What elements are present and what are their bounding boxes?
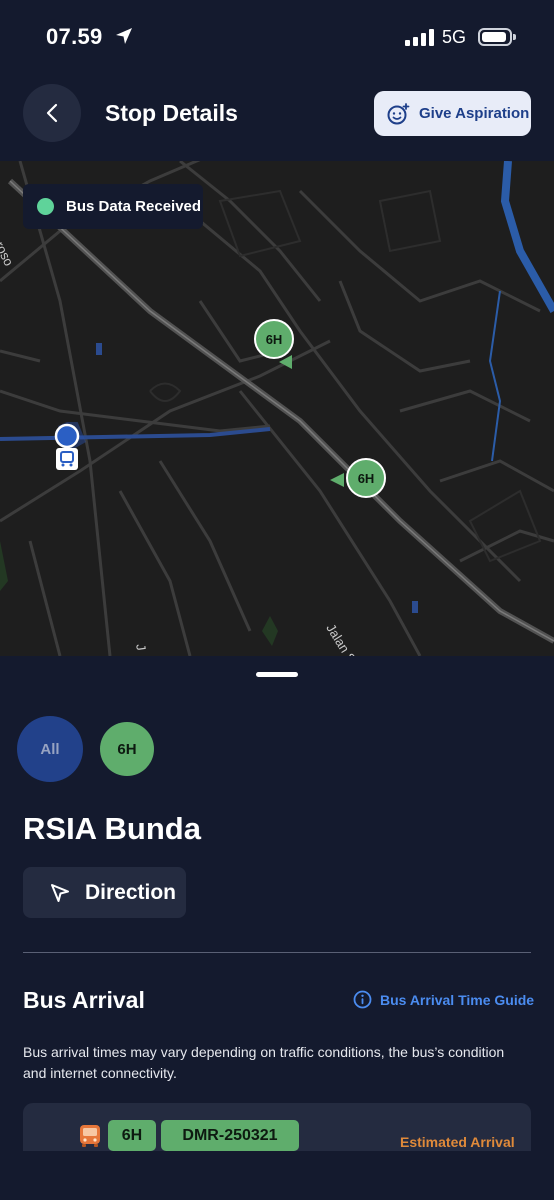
- location-arrow-icon: [116, 28, 132, 44]
- legend-status-dot: [37, 198, 54, 215]
- info-icon: [353, 990, 372, 1009]
- legend-label: Bus Data Received: [66, 198, 202, 215]
- stop-name: RSIA Bunda: [23, 811, 201, 846]
- battery-icon: [478, 28, 516, 46]
- filter-route-label: 6H: [117, 740, 137, 758]
- status-time: 07.59: [46, 24, 103, 49]
- navigation-arrow-icon: [51, 883, 69, 902]
- bus-data-legend: Bus Data Received: [23, 184, 203, 229]
- sheet-bottom-fade: [0, 1151, 554, 1200]
- section-divider: [23, 952, 531, 953]
- signal-icon: [405, 28, 434, 46]
- direction-button[interactable]: Direction: [23, 867, 186, 918]
- bus-marker-route: 6H: [357, 470, 375, 486]
- page-title: Stop Details: [105, 100, 238, 126]
- smile-sparkle-icon: [387, 102, 410, 124]
- back-button[interactable]: [23, 84, 81, 142]
- sheet-drag-handle[interactable]: [256, 672, 298, 677]
- status-bar: 07.59 5G: [0, 0, 554, 78]
- bus-icon: [80, 1125, 100, 1147]
- bus-arrival-guide-label: Bus Arrival Time Guide: [380, 991, 535, 1008]
- header: Stop Details Give Aspiration: [0, 78, 554, 161]
- arrival-plate-badge: DMR-250321: [161, 1120, 299, 1151]
- give-aspiration-label: Give Aspiration: [419, 105, 530, 122]
- chevron-left-icon: [46, 103, 58, 123]
- bus-arrival-title: Bus Arrival: [23, 987, 145, 1013]
- bus-stop-marker[interactable]: [54, 422, 90, 470]
- bus-arrival-guide-link[interactable]: Bus Arrival Time Guide: [353, 990, 534, 1009]
- road-network: [0, 161, 554, 656]
- estimated-arrival-label: Estimated Arrival: [400, 1134, 515, 1150]
- bus-direction-arrow-icon: [279, 355, 292, 369]
- direction-label: Direction: [85, 880, 177, 904]
- arrival-route-badge: 6H: [108, 1120, 156, 1151]
- filter-all-button[interactable]: All: [17, 716, 83, 782]
- network-label: 5G: [442, 27, 467, 47]
- bus-marker-route: 6H: [265, 331, 283, 347]
- bus-marker-6h[interactable]: 6H: [346, 458, 386, 498]
- filter-route-6h-button[interactable]: 6H: [100, 722, 154, 776]
- give-aspiration-button[interactable]: Give Aspiration: [374, 91, 531, 136]
- bus-direction-arrow-icon: [330, 473, 344, 487]
- filter-all-label: All: [40, 740, 60, 758]
- arrival-disclaimer: Bus arrival times may vary depending on …: [23, 1044, 505, 1081]
- map-view[interactable]: RP Soeroso Jalan S J Bus Data Received 6…: [0, 161, 554, 656]
- bottom-sheet: All 6H RSIA Bunda Direction Bus Arrival …: [0, 656, 554, 1200]
